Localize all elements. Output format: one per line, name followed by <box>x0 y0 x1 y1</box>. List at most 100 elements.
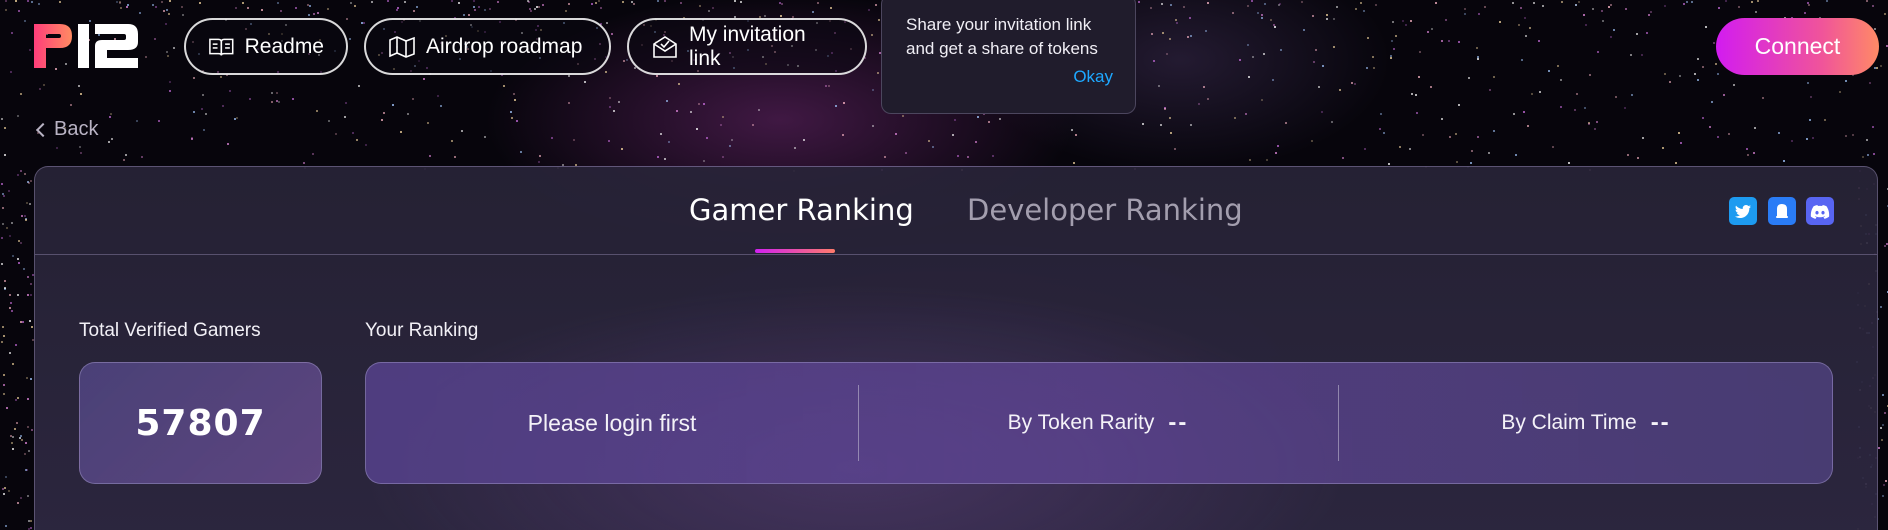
star <box>633 3 635 5</box>
star <box>358 85 360 87</box>
airdrop-roadmap-button[interactable]: Airdrop roadmap <box>364 18 611 75</box>
invitation-link-button[interactable]: My invitation link <box>627 18 867 75</box>
star <box>690 111 692 113</box>
star <box>271 101 273 103</box>
tab-developer-ranking[interactable]: Developer Ranking <box>967 193 1243 227</box>
star <box>30 378 32 380</box>
star <box>383 112 385 114</box>
your-ranking-label: Your Ranking <box>365 320 479 341</box>
star <box>1261 99 1263 101</box>
star <box>703 103 705 105</box>
star <box>4 154 6 156</box>
star <box>1247 44 1249 46</box>
star <box>6 407 8 409</box>
star <box>3 374 5 376</box>
star <box>516 120 518 122</box>
star <box>1464 8 1466 10</box>
star <box>1762 97 1764 99</box>
star <box>10 302 12 304</box>
star <box>8 190 10 192</box>
star <box>15 399 17 401</box>
connect-button[interactable]: Connect <box>1716 18 1879 75</box>
star <box>1455 133 1457 135</box>
star <box>1373 67 1375 69</box>
star <box>1405 24 1407 26</box>
star <box>1493 130 1495 132</box>
star <box>764 15 766 17</box>
star <box>9 307 11 309</box>
star <box>163 10 165 12</box>
star <box>536 6 538 8</box>
star <box>10 71 12 73</box>
star <box>203 129 205 131</box>
star <box>1525 35 1527 37</box>
star <box>24 173 26 175</box>
star <box>1441 40 1443 42</box>
readme-button[interactable]: Readme <box>184 18 348 75</box>
star <box>1464 13 1466 15</box>
star <box>1073 162 1075 164</box>
star <box>292 98 294 100</box>
airdrop-roadmap-label: Airdrop roadmap <box>426 34 583 58</box>
star <box>1190 35 1192 37</box>
star <box>21 215 23 217</box>
readme-label: Readme <box>244 34 324 58</box>
star <box>484 9 486 11</box>
star <box>1312 15 1314 17</box>
login-prompt[interactable]: Please login first <box>366 363 858 483</box>
star <box>1717 73 1719 75</box>
star <box>1326 14 1328 16</box>
tab-gamer-ranking[interactable]: Gamer Ranking <box>689 193 914 227</box>
star <box>803 139 805 141</box>
star <box>1705 26 1707 28</box>
star <box>29 320 31 322</box>
notification-button[interactable] <box>1768 197 1796 225</box>
star <box>478 6 480 8</box>
back-link[interactable]: Back <box>35 118 98 141</box>
star <box>1336 6 1338 8</box>
star <box>295 7 297 9</box>
p12-logo[interactable] <box>32 20 142 72</box>
star <box>1624 107 1626 109</box>
star <box>1477 136 1479 138</box>
star <box>1333 46 1335 48</box>
twitter-button[interactable] <box>1729 197 1757 225</box>
star <box>1198 103 1200 105</box>
star <box>1448 40 1450 42</box>
star <box>31 1 33 3</box>
star <box>1445 19 1447 21</box>
star <box>1285 122 1287 124</box>
star <box>276 92 278 94</box>
star <box>407 113 409 115</box>
star <box>1686 1 1688 3</box>
star <box>1234 117 1236 119</box>
star <box>680 2 682 4</box>
star <box>193 111 195 113</box>
star <box>1 183 3 185</box>
star <box>1303 29 1305 31</box>
star <box>1561 1 1563 3</box>
star <box>1584 107 1586 109</box>
star <box>609 97 611 99</box>
star <box>461 130 463 132</box>
discord-button[interactable] <box>1806 197 1834 225</box>
star <box>812 11 814 13</box>
star <box>108 141 110 143</box>
star <box>1866 0 1868 2</box>
star <box>12 448 14 450</box>
star <box>1169 117 1171 119</box>
star <box>316 110 318 112</box>
star <box>1393 48 1395 50</box>
star <box>1648 14 1650 16</box>
star <box>1881 439 1883 441</box>
tooltip-okay-button[interactable]: Okay <box>1073 65 1113 89</box>
star <box>110 113 112 115</box>
by-token-rarity-label: By Token Rarity <box>1007 411 1155 434</box>
star <box>752 124 754 126</box>
star <box>656 75 658 77</box>
star <box>1807 2 1809 4</box>
star <box>1380 113 1382 115</box>
star <box>335 133 337 135</box>
star <box>139 12 141 14</box>
star <box>1597 51 1599 53</box>
